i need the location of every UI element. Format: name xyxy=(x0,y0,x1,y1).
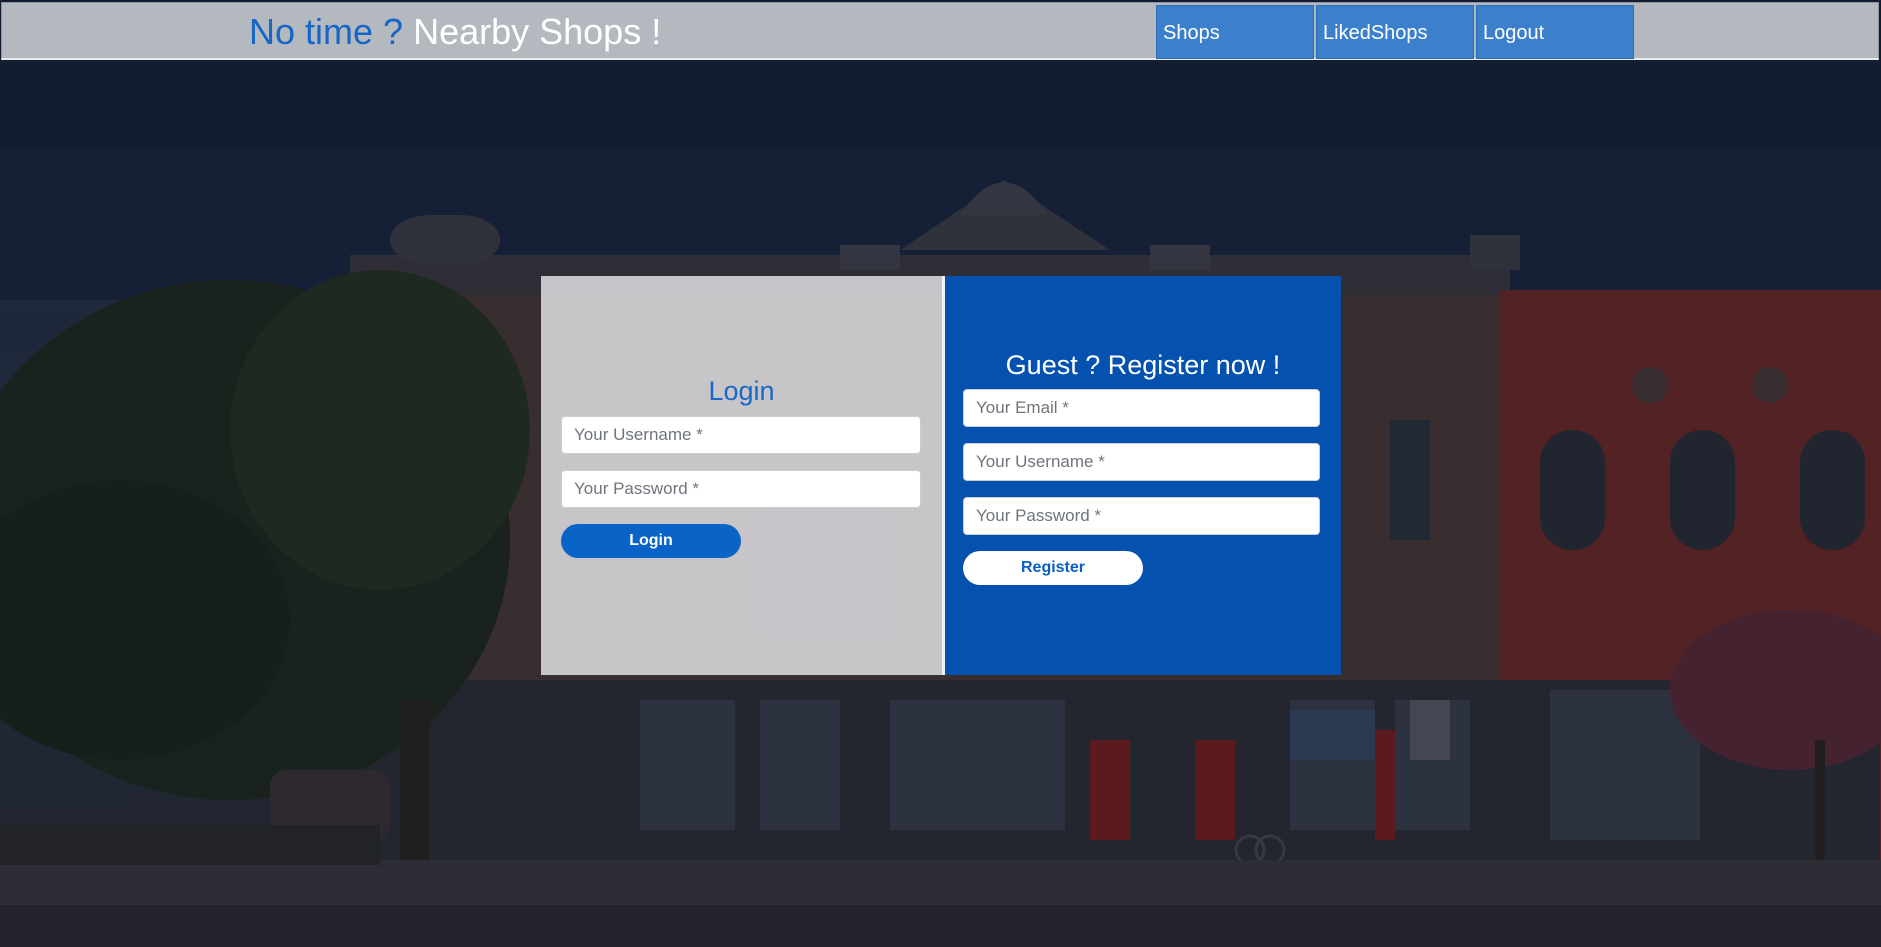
login-username-input[interactable] xyxy=(561,416,921,454)
login-password-input[interactable] xyxy=(561,470,921,508)
brand-suffix: Nearby Shops ! xyxy=(413,11,662,52)
register-panel: Guest ? Register now ! Register xyxy=(945,276,1341,675)
login-button[interactable]: Login xyxy=(561,524,741,558)
brand-prefix: No time ? xyxy=(249,11,404,52)
register-button[interactable]: Register xyxy=(963,551,1143,585)
register-password-input[interactable] xyxy=(963,497,1320,535)
nav-item-shops[interactable]: Shops xyxy=(1156,5,1314,59)
nav-item-logout[interactable]: Logout xyxy=(1476,5,1634,59)
register-title: Guest ? Register now ! xyxy=(1005,350,1281,380)
nav-item-liked-shops[interactable]: LikedShops xyxy=(1316,5,1474,59)
top-navbar: No time ? Nearby Shops ! Shops LikedShop… xyxy=(1,2,1879,60)
login-title: Login xyxy=(708,376,775,406)
brand-title[interactable]: No time ? Nearby Shops ! xyxy=(249,11,661,53)
login-panel: Login Login xyxy=(541,276,942,675)
register-email-input[interactable] xyxy=(963,389,1320,427)
register-username-input[interactable] xyxy=(963,443,1320,481)
